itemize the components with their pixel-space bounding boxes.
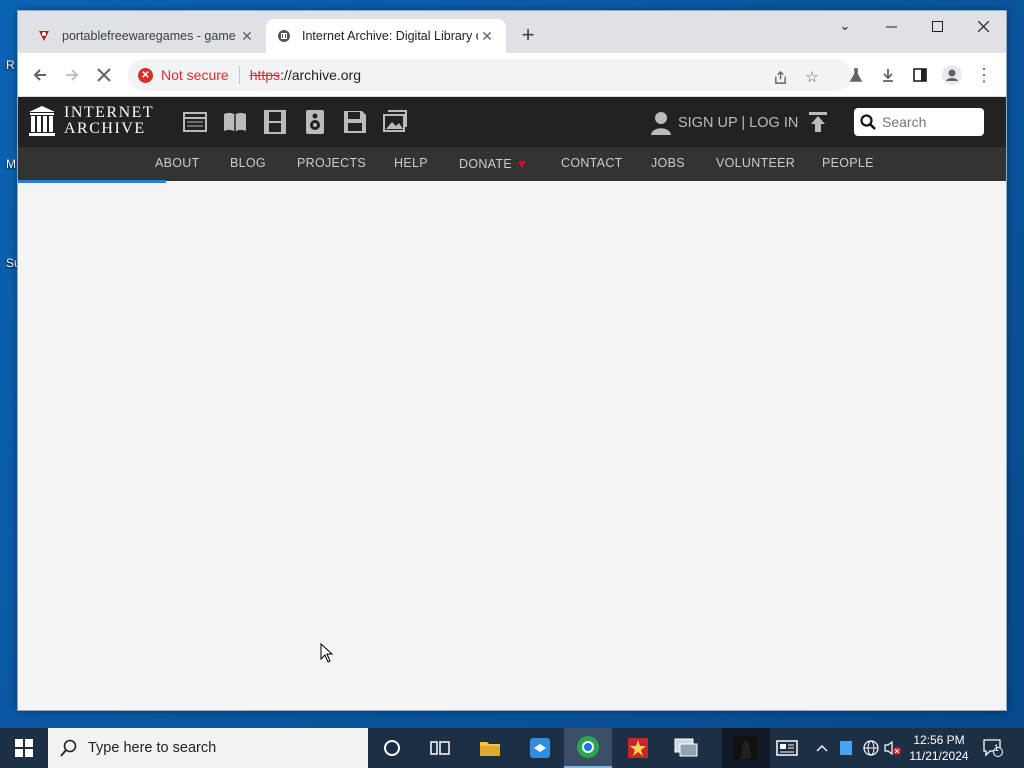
bookmark-star-icon[interactable]: ☆: [800, 65, 824, 89]
store-app-icon[interactable]: [516, 728, 564, 768]
ia-temple-icon: [29, 106, 55, 136]
clock-date: 11/21/2024: [909, 749, 969, 763]
maximize-icon[interactable]: [914, 11, 960, 41]
nav-volunteer[interactable]: VOLUNTEER: [716, 156, 795, 170]
taskbar-search-placeholder: Type here to search: [88, 740, 217, 756]
ia-nav-bar: ABOUT BLOG PROJECTS HELP DONATE ♥ CONTAC…: [18, 147, 1006, 181]
share-icon[interactable]: [768, 65, 792, 89]
signin-link[interactable]: SIGN UP | LOG IN: [650, 111, 798, 135]
signin-label[interactable]: SIGN UP | LOG IN: [678, 115, 798, 131]
menu-dots-icon[interactable]: ⋮: [970, 61, 998, 89]
ia-search-box[interactable]: [854, 108, 984, 136]
mouse-cursor-icon: [320, 643, 334, 663]
volume-muted-icon[interactable]: [882, 728, 904, 768]
side-panel-icon[interactable]: [906, 61, 934, 89]
minimize-icon[interactable]: [868, 11, 914, 41]
nav-people[interactable]: PEOPLE: [822, 156, 874, 170]
tab-portablefreewaregames[interactable]: portablefreewaregames - game ✕: [26, 19, 266, 53]
close-tab-icon[interactable]: ✕: [238, 28, 256, 45]
video-icon[interactable]: [262, 109, 288, 135]
ia-top-bar: INTERNET ARCHIVE SIGN UP | LOG IN Search: [18, 97, 1006, 147]
logo-line2: ARCHIVE: [64, 120, 146, 137]
nav-about[interactable]: ABOUT: [155, 156, 200, 170]
search-icon: [860, 114, 876, 130]
url-scheme: https: [249, 67, 281, 83]
back-icon[interactable]: [26, 61, 54, 89]
browser-taskbar-icon[interactable]: [564, 728, 612, 768]
desktop-icon-label[interactable]: M: [6, 157, 16, 171]
audio-icon[interactable]: [302, 109, 328, 135]
notification-count: 1: [994, 743, 1000, 753]
start-button[interactable]: [0, 728, 48, 768]
web-icon[interactable]: [182, 109, 208, 135]
taskbar: Type here to search 12:56 PM 11/21/2024: [0, 728, 1024, 768]
tab-search-icon[interactable]: ⌄: [822, 11, 868, 41]
search-input[interactable]: [882, 114, 972, 130]
nav-help[interactable]: HELP: [394, 156, 428, 170]
nav-jobs[interactable]: JOBS: [651, 156, 685, 170]
taskbar-search-box[interactable]: Type here to search: [48, 728, 368, 768]
windows-logo-icon: [15, 739, 33, 757]
page-viewport: INTERNET ARCHIVE SIGN UP | LOG IN Search…: [18, 97, 1006, 710]
divider: [238, 66, 240, 84]
url-text: ://archive.org: [280, 67, 361, 83]
nav-projects[interactable]: PROJECTS: [297, 156, 366, 170]
desktop-icon-label[interactable]: R: [6, 58, 15, 72]
labs-flask-icon[interactable]: [842, 61, 870, 89]
page-load-progress: [18, 180, 167, 183]
tray-app-icon[interactable]: [836, 728, 856, 768]
heart-icon: ♥: [517, 156, 526, 171]
ia-logo[interactable]: INTERNET ARCHIVE: [28, 105, 154, 137]
nav-contact[interactable]: CONTACT: [561, 156, 623, 170]
search-icon: [60, 739, 77, 757]
download-icon[interactable]: [874, 61, 902, 89]
close-tab-icon[interactable]: ✕: [478, 28, 496, 45]
nav-donate-label: DONATE: [459, 156, 512, 171]
tab-strip: portablefreewaregames - game ✕ Internet …: [18, 11, 1006, 53]
images-icon[interactable]: [382, 109, 408, 135]
notification-center-icon[interactable]: 1: [980, 728, 1006, 768]
task-view-icon[interactable]: [416, 728, 464, 768]
security-label[interactable]: Not secure: [161, 67, 229, 83]
close-window-icon[interactable]: [960, 11, 1006, 41]
stop-loading-icon[interactable]: [90, 61, 118, 89]
tab-title: Internet Archive: Digital Library of: [302, 29, 478, 43]
texts-icon[interactable]: [222, 109, 248, 135]
logo-line1: INTERNET: [64, 104, 155, 121]
system-clock[interactable]: 12:56 PM 11/21/2024: [903, 732, 975, 764]
forward-icon[interactable]: [58, 61, 86, 89]
not-secure-icon: ✕: [138, 67, 153, 83]
browser-window: portablefreewaregames - game ✕ Internet …: [17, 10, 1007, 711]
clock-time: 12:56 PM: [913, 733, 965, 747]
game-app-icon[interactable]: [614, 728, 662, 768]
tray-chevron-up-icon[interactable]: [812, 728, 832, 768]
game-favicon: [36, 28, 52, 44]
upload-icon[interactable]: [808, 111, 828, 133]
tab-title: portablefreewaregames - game: [62, 29, 236, 43]
browser-toolbar: ✕ Not secure https ://archive.org ☆ ⋮: [18, 53, 1006, 97]
cortana-icon[interactable]: [368, 728, 416, 768]
tab-internet-archive[interactable]: Internet Archive: Digital Library of ✕: [266, 19, 506, 53]
network-globe-icon[interactable]: [860, 728, 882, 768]
user-icon: [651, 112, 671, 135]
new-tab-icon[interactable]: +: [516, 24, 540, 48]
nav-donate[interactable]: DONATE ♥: [459, 156, 526, 171]
file-explorer-icon[interactable]: [466, 728, 514, 768]
news-widget-icon[interactable]: [770, 728, 804, 768]
dark-app-icon[interactable]: [722, 728, 770, 768]
nav-blog[interactable]: BLOG: [230, 156, 266, 170]
profile-avatar-icon[interactable]: [938, 61, 966, 89]
archive-favicon: [276, 28, 292, 44]
software-icon[interactable]: [342, 109, 368, 135]
address-bar[interactable]: ✕ Not secure https ://archive.org ☆: [128, 59, 852, 91]
remote-desktop-icon[interactable]: [662, 728, 710, 768]
